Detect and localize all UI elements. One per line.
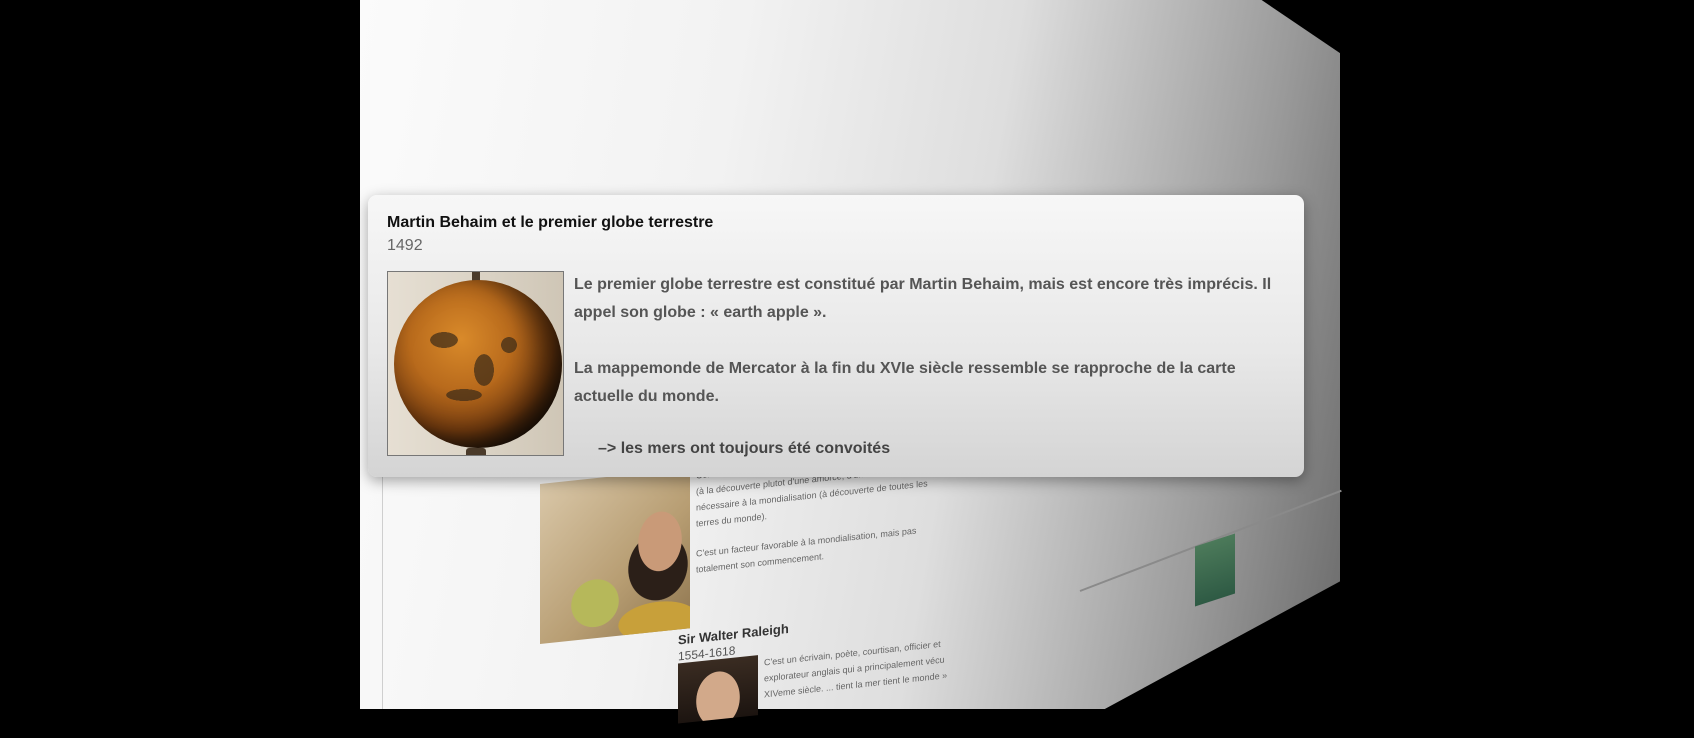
raleigh-portrait [678, 655, 758, 724]
event-date: 1492 [387, 237, 423, 254]
event-title: Martin Behaim et le premier globe terres… [387, 214, 714, 231]
globe-image [387, 271, 564, 456]
board-edge [382, 460, 383, 709]
description-paragraph-1: Le premier globe terrestre est constitué… [574, 276, 1272, 321]
magellan-portrait [540, 468, 690, 644]
magellan-text-2: C'est un facteur favorable à la mondiali… [696, 525, 917, 575]
globe-icon [394, 280, 562, 448]
event-conclusion: –> les mers ont toujours été convoités [598, 440, 891, 457]
description-paragraph-2: La mappemonde de Mercator à la fin du XV… [574, 360, 1236, 405]
event-description: Le premier globe terrestre est constitué… [574, 271, 1274, 439]
event-detail-card: Martin Behaim et le premier globe terres… [368, 195, 1304, 477]
